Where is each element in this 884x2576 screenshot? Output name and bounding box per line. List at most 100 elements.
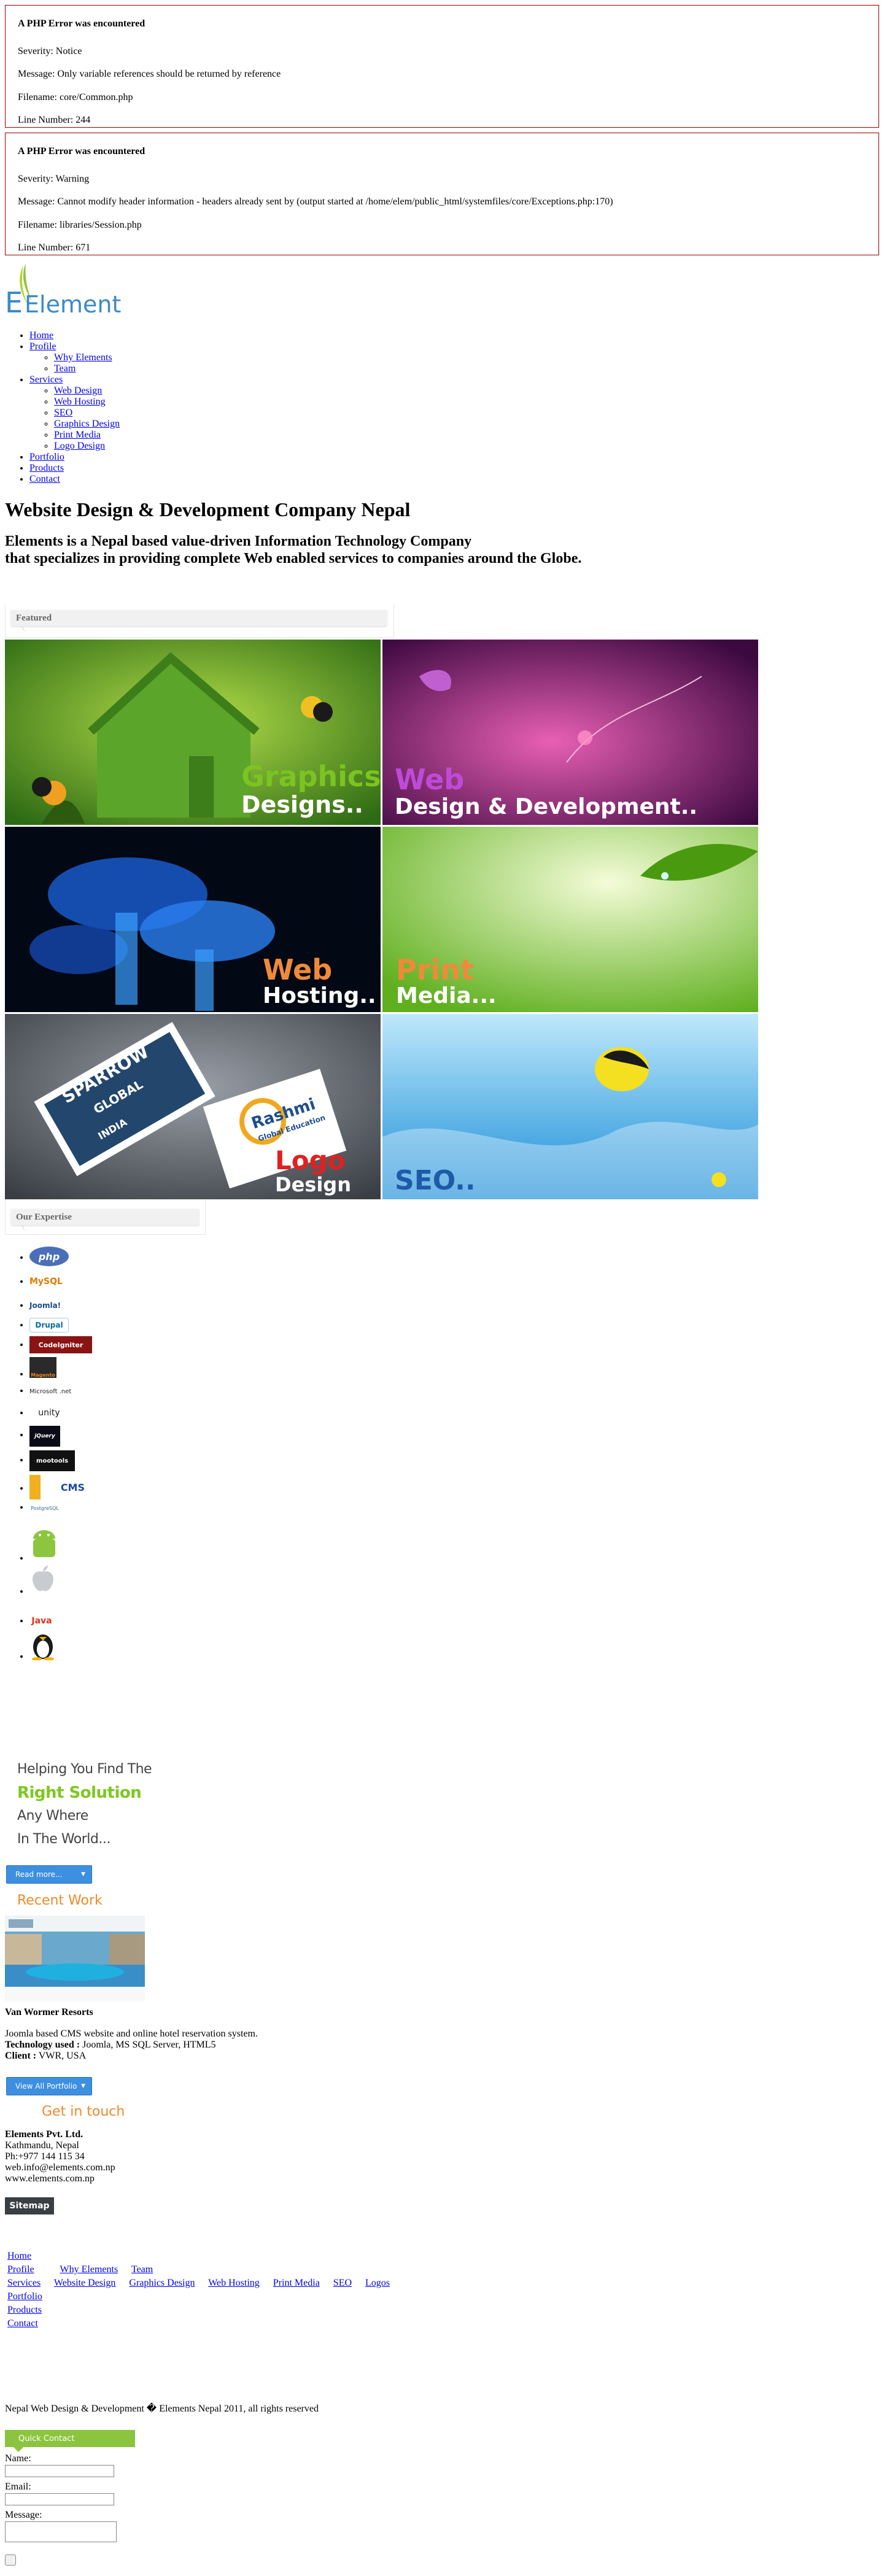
sitemap-portfolio[interactable]: Portfolio	[7, 2291, 42, 2302]
name-label: Name:	[5, 2453, 31, 2464]
error-line: Line Number: 671	[18, 242, 91, 253]
tile-line-1: Print	[396, 953, 474, 986]
tile-line-2: Designs..	[241, 791, 363, 818]
featured-tile-print-media[interactable]: Print Media...	[382, 827, 758, 1012]
message-label: Message:	[5, 2510, 42, 2520]
company-phone: Ph:+977 144 115 34	[5, 2151, 85, 2162]
recent-work-thumbnail[interactable]	[5, 1916, 145, 2002]
nav-profile[interactable]: Profile	[29, 341, 56, 352]
sitemap-logos[interactable]: Logos	[365, 2278, 390, 2288]
logo-wordmark: Elements	[25, 291, 122, 318]
svg-text:E: E	[5, 286, 23, 319]
expertise-item	[29, 1628, 92, 1661]
view-all-portfolio-button[interactable]: View All Portfolio ▼	[6, 2077, 92, 2095]
expertise-item: php	[29, 1247, 92, 1269]
nav-web-hosting[interactable]: Web Hosting	[54, 396, 106, 407]
recent-work-client: Client : VWR, USA	[5, 2051, 258, 2062]
tile-line-1: Web	[395, 763, 465, 796]
promo-line-2: Right Solution	[17, 1784, 142, 1802]
error-filename: Filename: libraries/Session.php	[18, 219, 142, 230]
nav-print-media[interactable]: Print Media	[54, 430, 101, 440]
expertise-item: Magento	[29, 1357, 92, 1380]
quick-contact-form: Name: Email: Message:	[5, 2453, 117, 2546]
featured-tile-web-design[interactable]: Web Design & Development..	[382, 640, 758, 825]
expertise-item: PostgreSQL	[29, 1502, 92, 1526]
expertise-item: Java	[29, 1596, 92, 1628]
technology-value: Joomla, MS SQL Server, HTML5	[80, 2040, 216, 2050]
sitemap-print-media[interactable]: Print Media	[273, 2278, 320, 2288]
sitemap-graphics-design[interactable]: Graphics Design	[129, 2278, 195, 2288]
php-error-box: A PHP Error was encountered Severity: No…	[5, 5, 879, 128]
expertise-item	[29, 1563, 92, 1596]
nav-products[interactable]: Products	[29, 463, 64, 473]
chevron-down-icon: ▼	[81, 1871, 85, 1878]
expertise-item: CodeIgniter	[29, 1336, 92, 1357]
main-navigation: Home Profile Why Elements Team Services …	[5, 330, 120, 485]
nav-why-elements[interactable]: Why Elements	[54, 352, 112, 363]
sitemap-button[interactable]: Sitemap	[5, 2197, 54, 2214]
name-field[interactable]	[5, 2465, 114, 2477]
nav-contact[interactable]: Contact	[29, 474, 60, 484]
php-error-box: A PHP Error was encountered Severity: Wa…	[5, 133, 879, 255]
expertise-item: MySQL	[29, 1271, 92, 1294]
nav-portfolio[interactable]: Portfolio	[29, 452, 64, 462]
mysql-icon: MySQL	[29, 1277, 63, 1286]
codeigniter-icon: CodeIgniter	[29, 1336, 92, 1353]
error-message: Message: Only variable references should…	[18, 69, 281, 80]
tile-line-1: Logo	[275, 1145, 346, 1175]
resort-screenshot-image	[5, 1916, 145, 2002]
tile-line-1: Web	[263, 953, 333, 986]
promo-block: Helping You Find The Right Solution Any …	[17, 1758, 152, 1851]
recent-work-heading: Recent Work	[17, 1893, 103, 1908]
company-name: Elements Pvt. Ltd.	[5, 2129, 83, 2140]
nav-graphics-design[interactable]: Graphics Design	[54, 419, 120, 429]
sitemap-products[interactable]: Products	[7, 2305, 42, 2315]
featured-tile-logo-design[interactable]: SPARROW GLOBAL INDIA Rashmi Global Educa…	[5, 1014, 381, 1199]
site-logo[interactable]: E Elements	[5, 261, 133, 322]
featured-tile-graphics[interactable]: Graphics Designs..	[5, 640, 381, 825]
android-logo-icon	[33, 1530, 55, 1557]
message-field[interactable]	[5, 2521, 117, 2542]
postgresql-icon: PostgreSQL	[31, 1506, 59, 1511]
nav-logo-design[interactable]: Logo Design	[54, 441, 105, 451]
sitemap-team[interactable]: Team	[131, 2264, 153, 2275]
error-filename: Filename: core/Common.php	[18, 91, 133, 102]
submit-checkbox[interactable]	[5, 2555, 16, 2566]
sitemap-why-elements[interactable]: Why Elements	[60, 2264, 118, 2275]
sitemap-seo[interactable]: SEO	[333, 2278, 352, 2288]
sitemap-profile[interactable]: Profile	[7, 2264, 34, 2275]
client-value: VWR, USA	[36, 2051, 87, 2061]
copyright-text: Nepal Web Design & Development � Element…	[5, 2404, 319, 2414]
sitemap-contact[interactable]: Contact	[7, 2318, 38, 2329]
tagline-line-2: that specializes in providing complete W…	[5, 551, 582, 567]
company-website: www.elements.com.np	[5, 2173, 95, 2184]
technology-label: Technology used :	[5, 2040, 80, 2050]
email-field[interactable]	[5, 2493, 114, 2505]
nav-web-design[interactable]: Web Design	[54, 385, 102, 396]
sitemap-services[interactable]: Services	[7, 2278, 41, 2288]
featured-tile-web-hosting[interactable]: Web Hosting..	[5, 827, 381, 1012]
contact-details: Elements Pvt. Ltd. Kathmandu, Nepal Ph:+…	[5, 2129, 115, 2184]
sitemap-web-hosting[interactable]: Web Hosting	[208, 2278, 260, 2288]
nav-seo[interactable]: SEO	[54, 408, 72, 418]
quick-contact-header[interactable]: Quick Contact	[5, 2430, 135, 2452]
java-icon: Java	[31, 1616, 52, 1626]
nav-services[interactable]: Services	[29, 374, 63, 385]
error-severity: Severity: Notice	[18, 46, 82, 57]
tile-line-2: Design	[275, 1173, 351, 1196]
tile-line-1: SEO..	[395, 1165, 476, 1196]
email-label: Email:	[5, 2481, 31, 2492]
tile-line-2: Media...	[396, 983, 497, 1008]
nav-home[interactable]: Home	[29, 330, 53, 341]
drupal-icon: Drupal	[29, 1318, 69, 1332]
read-more-button[interactable]: Read more... ▼	[6, 1865, 92, 1884]
linux-penguin-icon	[32, 1634, 54, 1660]
featured-tile-seo[interactable]: SEO..	[382, 1014, 758, 1199]
recent-work-details: Joomla based CMS website and online hote…	[5, 2029, 258, 2062]
logo-icon: E Elements	[5, 263, 133, 319]
sitemap-website-design[interactable]: Website Design	[54, 2278, 115, 2288]
view-all-portfolio-label: View All Portfolio	[15, 2082, 77, 2091]
sitemap-home[interactable]: Home	[7, 2251, 31, 2261]
nav-team[interactable]: Team	[54, 363, 76, 374]
error-line: Line Number: 244	[18, 114, 91, 125]
